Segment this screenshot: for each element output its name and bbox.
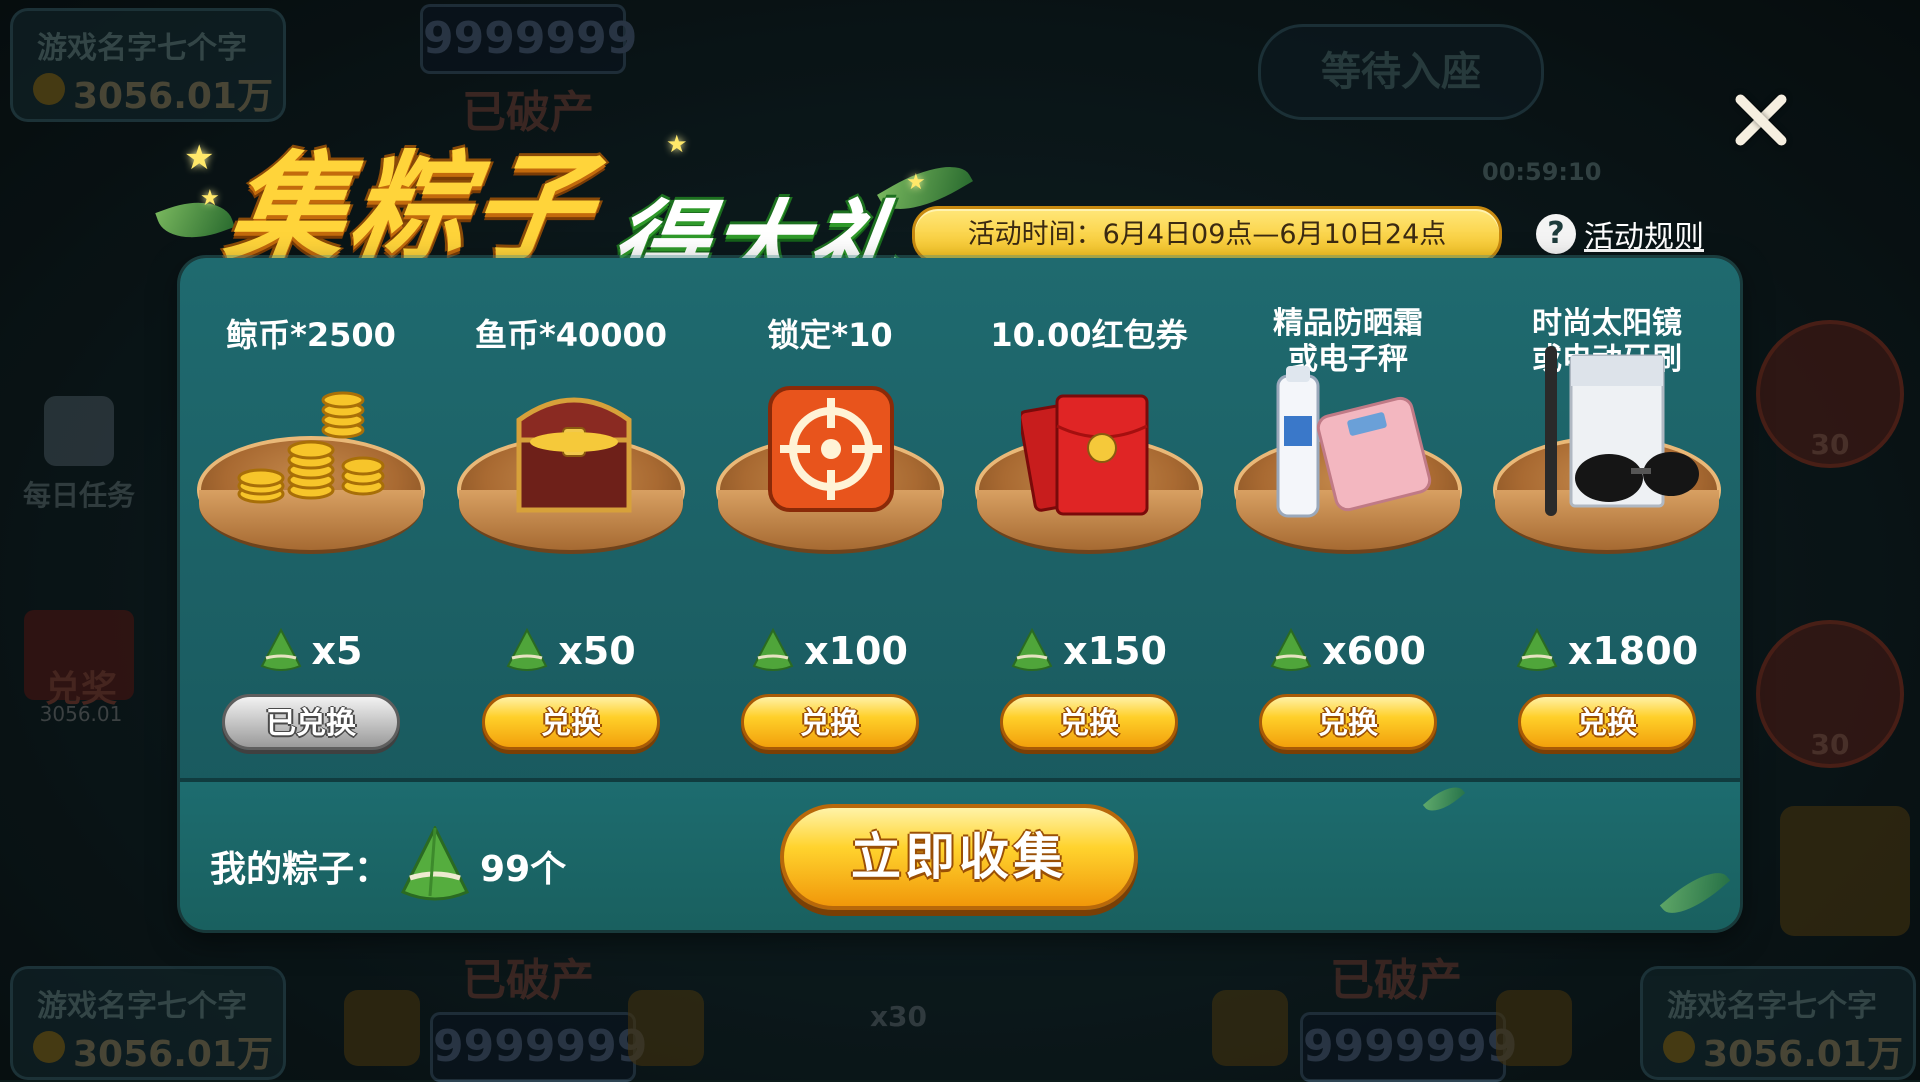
cost-value: x600 (1322, 629, 1426, 673)
reward-name-line1: 时尚太阳镜 (1532, 306, 1682, 341)
redeemed-button[interactable]: 已兑换 (222, 694, 400, 750)
exchange-button[interactable]: 兑换 (482, 694, 660, 750)
exchange-button[interactable]: 兑换 (1518, 694, 1696, 750)
exchange-button[interactable]: 兑换 (1000, 694, 1178, 750)
reward-cost: x100 (701, 628, 959, 674)
steamer-basket (197, 391, 425, 556)
treasure-chest-icon (516, 397, 632, 513)
reward-cost: x150 (960, 628, 1218, 674)
cost-value: x5 (311, 629, 363, 673)
divider (180, 778, 1740, 782)
reward-item: 精品防晒霜 或电子秤 x600 兑换 (1219, 258, 1477, 778)
exchange-button[interactable]: 兑换 (1259, 694, 1437, 750)
star-icon: ★ (184, 138, 215, 178)
collect-now-button[interactable]: 立即收集 (780, 804, 1138, 910)
reward-cost: x1800 (1478, 628, 1736, 674)
reward-item: 锁定*10 x100 兑换 (701, 258, 959, 778)
reward-name: 锁定*10 (767, 316, 893, 354)
star-icon: ★ (200, 186, 220, 211)
zongzi-icon (752, 628, 794, 671)
reward-cost: x50 (442, 628, 700, 674)
reward-cost: x600 (1219, 628, 1477, 674)
reward-name: 鱼币*40000 (474, 316, 668, 354)
rules-label: 活动规则 (1584, 220, 1704, 255)
lock-target-icon (768, 386, 894, 512)
steamer-basket (716, 386, 944, 556)
steamer-basket (1234, 366, 1462, 556)
cost-value: x100 (804, 629, 908, 673)
exchange-button[interactable]: 兑换 (741, 694, 919, 750)
zongzi-icon (260, 628, 301, 671)
cost-value: x150 (1063, 629, 1167, 673)
steamer-basket (457, 397, 685, 556)
reward-name: 鲸币*2500 (226, 316, 396, 354)
reward-panel: 鲸币*2500 x5 已兑换 鱼币*40000 x50 兑换 锁定*10 x10… (180, 258, 1740, 930)
close-icon[interactable] (1728, 88, 1792, 152)
reward-name-line1: 精品防晒霜 (1273, 306, 1423, 341)
my-zongzi-count: 99个 (480, 849, 567, 890)
zongzi-icon (1516, 628, 1558, 671)
my-zongzi-label: 我的粽子： (210, 849, 391, 890)
zongzi-icon (1011, 628, 1053, 671)
cost-value: x50 (558, 629, 636, 673)
reward-item: 10.00红包券 x150 兑换 (960, 258, 1218, 778)
red-envelope-icon (1021, 394, 1149, 516)
rules-link[interactable]: ? 活动规则 (1536, 210, 1704, 258)
reward-item: 鱼币*40000 x50 兑换 (442, 258, 700, 778)
steamer-basket (975, 394, 1203, 556)
gold-coins-icon (237, 391, 385, 504)
zongzi-icon (506, 628, 548, 671)
question-icon: ? (1536, 214, 1576, 254)
my-zongzi: 我的粽子： 99个 (210, 826, 566, 906)
zongzi-icon (400, 826, 470, 901)
reward-cost: x5 (182, 628, 440, 674)
star-icon: ★ (666, 130, 688, 158)
reward-item: 时尚太阳镜 或电动牙刷 x1800 兑换 (1478, 258, 1736, 778)
cost-value: x1800 (1567, 629, 1699, 673)
sunglasses-toothbrush-icon (1545, 346, 1699, 516)
steamer-basket (1493, 346, 1721, 556)
reward-name: 10.00红包券 (990, 316, 1188, 354)
event-time-banner: 活动时间：6月4日09点—6月10日24点 (912, 206, 1502, 264)
sunscreen-scale-icon (1276, 366, 1432, 518)
zongzi-icon (1270, 628, 1312, 671)
reward-item: 鲸币*2500 x5 已兑换 (182, 258, 440, 778)
